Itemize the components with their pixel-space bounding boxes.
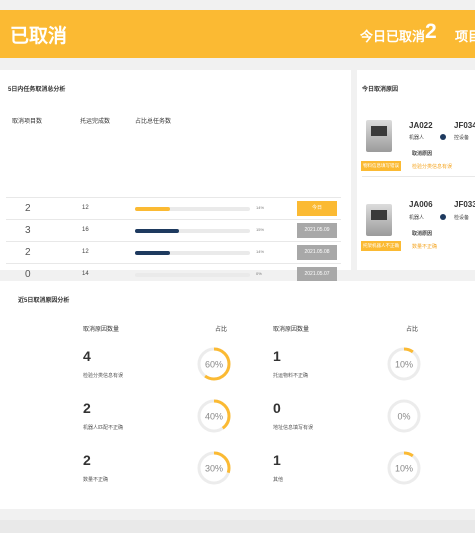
percent-ring: 10% bbox=[387, 347, 421, 381]
reason-tag: 托架机器人不正确 bbox=[361, 241, 401, 251]
page-title: 已取消 bbox=[10, 26, 68, 47]
page-header: 已取消 今日已取消 2 项目 bbox=[0, 10, 475, 58]
ring-percent-label: 40% bbox=[205, 412, 223, 422]
cancelled-count: 2 bbox=[25, 203, 31, 214]
task-count: 16 bbox=[82, 227, 89, 233]
reason-text: 检验分类信息有误 bbox=[412, 164, 453, 170]
row-divider bbox=[6, 219, 341, 220]
reason-tag: 物料信息填写错误 bbox=[361, 161, 401, 171]
col-ratio-header: 占比 bbox=[215, 327, 228, 333]
ratio-bar bbox=[135, 207, 250, 211]
percent-ring: 10% bbox=[387, 451, 421, 485]
robot-status: 检设备 bbox=[454, 215, 470, 221]
task-count: 12 bbox=[82, 249, 89, 255]
reason-text: 数量不正确 bbox=[412, 244, 438, 250]
analysis-title: 近5日取消原因分析 bbox=[18, 298, 70, 304]
reason-label: 检验分类信息有误 bbox=[83, 373, 124, 379]
col-ratio-header: 占比总任务数 bbox=[135, 119, 172, 125]
date-badge[interactable]: 今日 bbox=[297, 201, 337, 216]
ring-percent-label: 30% bbox=[205, 464, 223, 474]
reason-count: 0 bbox=[273, 400, 281, 416]
today-cancelled-label: 今日已取消 bbox=[360, 29, 426, 44]
date-badge[interactable]: 2021.05.07 bbox=[297, 267, 337, 282]
table-row[interactable]: 2 12 14% 今日 bbox=[0, 197, 351, 219]
robot-status: 控设备 bbox=[454, 135, 470, 141]
percent-ring: 40% bbox=[197, 399, 231, 433]
ratio-percent: 14% bbox=[256, 205, 265, 210]
col-count-header-2: 取消原因数量 bbox=[273, 327, 310, 333]
ring-percent-label: 10% bbox=[395, 360, 413, 370]
reason-label: 机器人匹配不正确 bbox=[83, 425, 124, 431]
robot-image bbox=[366, 120, 392, 152]
reason-label: 数量不正确 bbox=[83, 477, 109, 483]
date-badge[interactable]: 2021.05.09 bbox=[297, 223, 337, 238]
robot-id: JA006 bbox=[409, 200, 433, 209]
today-reasons-card: 今日取消原因 JA022 JF034 机器人 控设备 取消原因 物料信息填写错误… bbox=[357, 70, 475, 270]
status-dot bbox=[440, 214, 446, 220]
reasons-analysis-card: 近5日取消原因分析 取消原因数量 占比 取消原因数量 占比 4 检验分类信息有误 6… bbox=[0, 281, 475, 509]
col-count-header: 取消原因数量 bbox=[83, 327, 120, 333]
row-divider bbox=[6, 241, 341, 242]
task-count: 14 bbox=[82, 271, 89, 277]
reason-count: 1 bbox=[273, 452, 281, 468]
percent-ring: 0% bbox=[387, 399, 421, 433]
trend-card: 5日内任务取消总分析 取消项目数 托运完成数 占比总任务数 2 12 14% 今日 3 1… bbox=[0, 70, 351, 304]
percent-ring: 30% bbox=[197, 451, 231, 485]
footer-strip bbox=[0, 520, 475, 533]
table-row[interactable]: 2 12 14% 2021.05.08 bbox=[0, 241, 351, 263]
reason-label: 地址信息填写有误 bbox=[273, 425, 314, 431]
ratio-percent: 0% bbox=[256, 271, 262, 276]
trend-title: 5日内任务取消总分析 bbox=[8, 87, 66, 93]
today-reasons-title: 今日取消原因 bbox=[362, 87, 399, 93]
col-ratio-header-2: 占比 bbox=[406, 327, 419, 333]
row-divider bbox=[6, 197, 341, 198]
col-tasks-header: 托运完成数 bbox=[80, 119, 111, 125]
ratio-bar bbox=[135, 229, 250, 233]
project-label: 项目 bbox=[455, 29, 475, 44]
col-cancelled-header: 取消项目数 bbox=[12, 119, 43, 125]
task-count: 12 bbox=[82, 205, 89, 211]
cancelled-count: 0 bbox=[25, 269, 31, 280]
reason-label: 其他 bbox=[273, 477, 284, 483]
ratio-bar bbox=[135, 251, 250, 255]
percent-ring: 60% bbox=[197, 347, 231, 381]
reason-label: 托运物料不正确 bbox=[273, 373, 309, 379]
ratio-bar-fill bbox=[135, 207, 170, 211]
ratio-bar-fill bbox=[135, 229, 179, 233]
divider bbox=[362, 176, 475, 177]
table-row[interactable]: 3 16 15% 2021.05.09 bbox=[0, 219, 351, 241]
date-badge[interactable]: 2021.05.08 bbox=[297, 245, 337, 260]
reason-count: 2 bbox=[83, 452, 91, 468]
cancelled-count: 3 bbox=[25, 225, 31, 236]
cancelled-count: 2 bbox=[25, 247, 31, 258]
row-divider bbox=[6, 263, 341, 264]
reason-count: 4 bbox=[83, 348, 91, 364]
robot-id-2: JF033 bbox=[454, 200, 475, 209]
reason-count: 2 bbox=[83, 400, 91, 416]
reason-label: 取消原因 bbox=[412, 231, 433, 237]
ring-percent-label: 60% bbox=[205, 360, 223, 370]
reason-label: 取消原因 bbox=[412, 151, 433, 157]
ratio-percent: 14% bbox=[256, 249, 265, 254]
robot-type: 机器人 bbox=[409, 215, 425, 221]
ratio-bar-fill bbox=[135, 251, 170, 255]
reason-count: 1 bbox=[273, 348, 281, 364]
ring-percent-label: 10% bbox=[395, 464, 413, 474]
robot-image bbox=[366, 204, 392, 236]
today-cancelled-count: 2 bbox=[425, 20, 437, 43]
robot-id: JA022 bbox=[409, 121, 433, 130]
status-dot bbox=[440, 134, 446, 140]
robot-type: 机器人 bbox=[409, 135, 425, 141]
ring-percent-label: 0% bbox=[397, 412, 410, 422]
robot-id-2: JF034 bbox=[454, 121, 475, 130]
ratio-bar bbox=[135, 273, 250, 277]
ratio-percent: 15% bbox=[256, 227, 265, 232]
